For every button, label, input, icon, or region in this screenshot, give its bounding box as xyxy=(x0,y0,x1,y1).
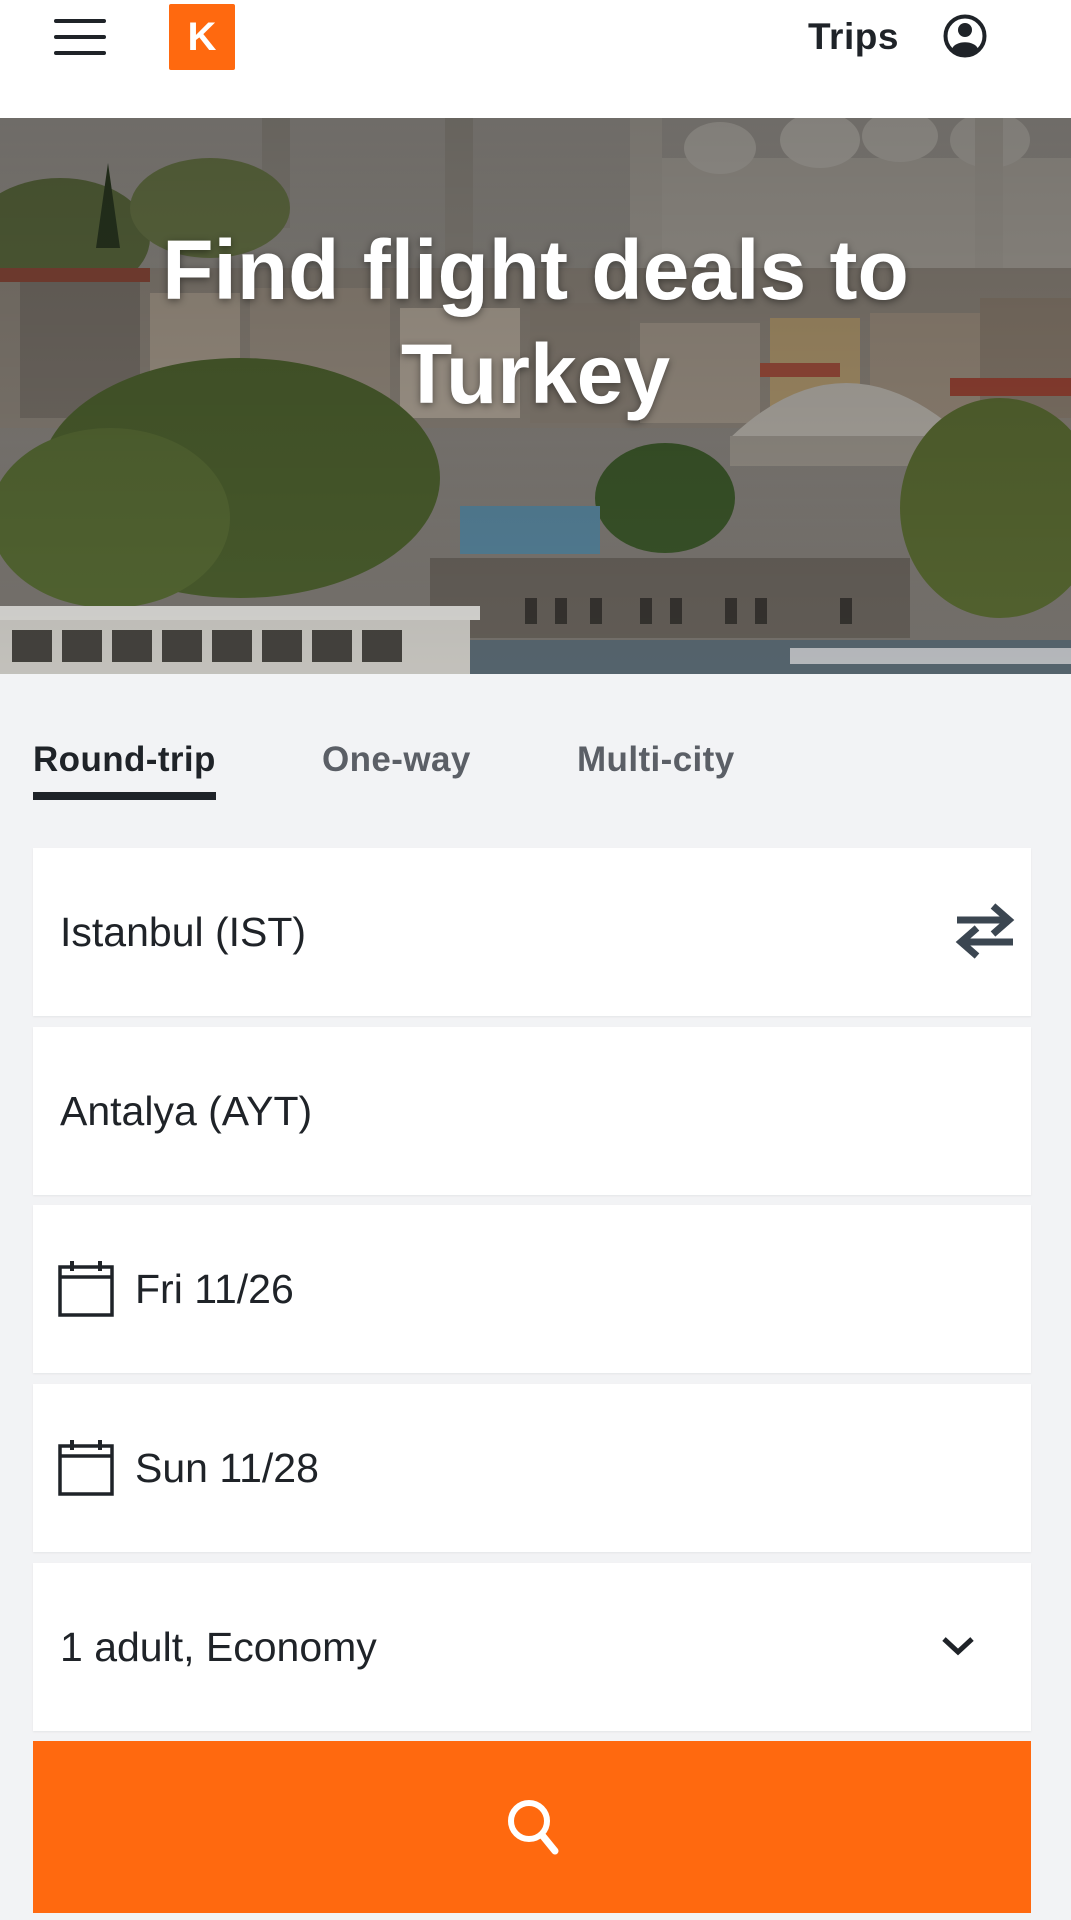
hero-title-line2: Turkey xyxy=(400,327,671,421)
travelers-cabin-value: 1 adult, Economy xyxy=(60,1624,377,1670)
logo-letter: K xyxy=(187,14,217,59)
tab-one-way[interactable]: One-way xyxy=(322,740,471,804)
origin-field[interactable]: Istanbul (IST) xyxy=(33,848,1031,1016)
search-button[interactable] xyxy=(33,1741,1031,1913)
origin-value: Istanbul (IST) xyxy=(60,909,307,955)
return-date-field[interactable]: Sun 11/28 xyxy=(33,1384,1031,1552)
return-date-value: Sun 11/28 xyxy=(135,1445,319,1491)
trips-link[interactable]: Trips xyxy=(808,12,899,62)
tab-round-trip[interactable]: Round-trip xyxy=(33,740,216,804)
destination-field[interactable]: Antalya (AYT) xyxy=(33,1027,1031,1195)
destination-value: Antalya (AYT) xyxy=(60,1088,313,1134)
top-header: K Trips xyxy=(0,0,1071,118)
hero-banner: Find flight deals to Turkey xyxy=(0,118,1071,674)
depart-date-value: Fri 11/26 xyxy=(135,1266,294,1312)
hero-title: Find flight deals to Turkey xyxy=(80,218,991,426)
account-icon[interactable] xyxy=(943,14,987,58)
hamburger-menu-icon[interactable] xyxy=(54,19,106,55)
depart-date-field[interactable]: Fri 11/26 xyxy=(33,1205,1031,1373)
calendar-icon xyxy=(58,1261,114,1317)
hero-title-line1: Find flight deals to xyxy=(162,223,909,317)
chevron-down-icon xyxy=(942,1637,974,1656)
calendar-icon xyxy=(58,1440,114,1496)
swap-arrows-icon[interactable] xyxy=(953,898,1017,964)
kayak-logo[interactable]: K xyxy=(169,4,235,70)
tab-multi-city[interactable]: Multi-city xyxy=(577,740,735,804)
travelers-cabin-selector[interactable]: 1 adult, Economy xyxy=(33,1563,1031,1731)
search-icon xyxy=(508,1800,559,1855)
